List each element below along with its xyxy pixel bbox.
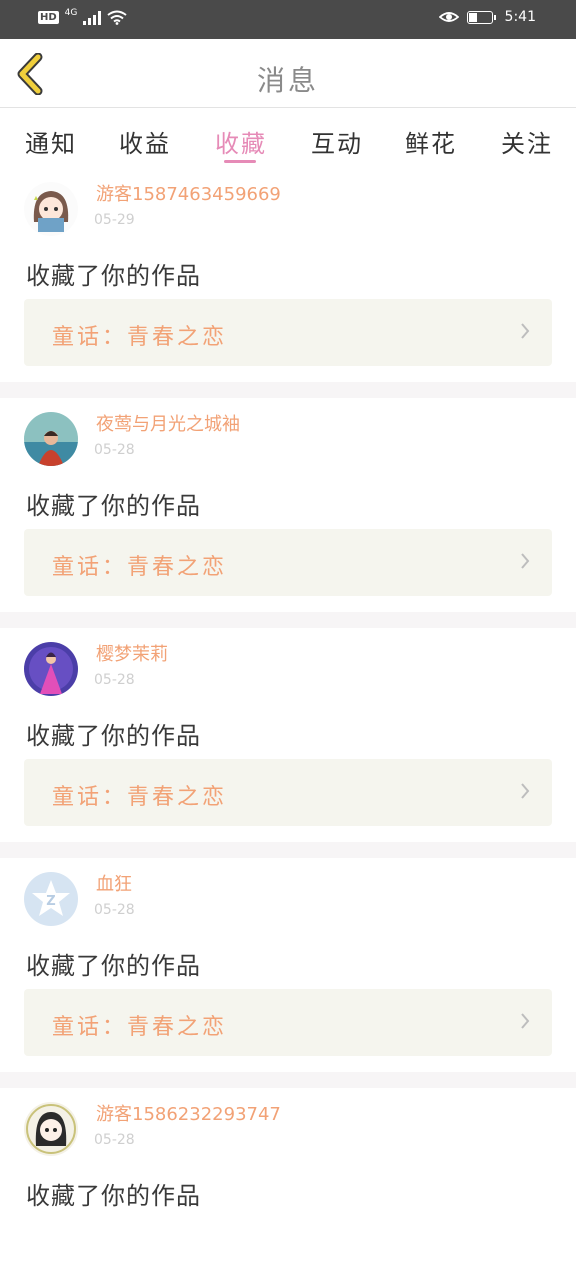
message-item: 夜莺与月光之城袖 05-28 收藏了你的作品 童话：青春之恋	[0, 398, 576, 612]
divider	[0, 842, 576, 858]
status-bar: HD 4G 5:41	[0, 0, 576, 39]
status-left: HD 4G	[38, 7, 127, 25]
action-text: 收藏了你的作品	[26, 492, 201, 520]
anime-girl-avatar-icon	[24, 1102, 78, 1156]
cartoon-girl-avatar-icon	[24, 182, 78, 236]
work-link[interactable]: 童话：青春之恋	[24, 989, 552, 1056]
divider	[0, 382, 576, 398]
message-date: 05-29	[94, 212, 135, 228]
work-link[interactable]: 童话：青春之恋	[24, 299, 552, 366]
action-text: 收藏了你的作品	[26, 952, 201, 980]
action-text: 收藏了你的作品	[26, 262, 201, 290]
work-link[interactable]: 童话：青春之恋	[24, 529, 552, 596]
network-label: 4G	[64, 7, 78, 18]
tab-favorites[interactable]: 收藏	[196, 124, 286, 159]
tab-earnings[interactable]: 收益	[100, 124, 190, 159]
username[interactable]: 游客15862322937​47	[96, 1100, 281, 1126]
chevron-right-icon	[521, 323, 530, 339]
username[interactable]: 血狂	[96, 870, 132, 896]
username[interactable]: 游客15874634596​69	[96, 180, 281, 206]
message-item: 游客15862322937​47 05-28 收藏了你的作品	[0, 1088, 576, 1238]
tab-flowers[interactable]: 鲜花	[386, 124, 476, 159]
clock: 5:41	[504, 9, 536, 25]
princess-avatar-icon	[24, 642, 78, 696]
active-tab-indicator	[224, 160, 256, 163]
header: 消息	[0, 39, 576, 108]
chevron-right-icon	[521, 783, 530, 799]
message-date: 05-28	[94, 1132, 135, 1148]
work-title: 童话：青春之恋	[52, 325, 228, 350]
divider	[0, 612, 576, 628]
user-avatar[interactable]	[24, 412, 78, 466]
hd-badge: HD	[38, 11, 59, 24]
work-title: 童话：青春之恋	[52, 555, 228, 580]
status-right: 5:41	[438, 9, 536, 25]
message-item: Z 血狂 05-28 收藏了你的作品 童话：青春之恋	[0, 858, 576, 1072]
message-date: 05-28	[94, 442, 135, 458]
username[interactable]: 樱梦茉莉	[96, 640, 168, 666]
photo-avatar-icon	[24, 412, 78, 466]
signal-icon	[83, 10, 102, 25]
message-date: 05-28	[94, 902, 135, 918]
user-avatar[interactable]	[24, 1102, 78, 1156]
tab-notifications[interactable]: 通知	[6, 124, 96, 159]
message-date: 05-28	[94, 672, 135, 688]
tab-interactions[interactable]: 互动	[292, 124, 382, 159]
page-title: 消息	[256, 64, 319, 97]
user-avatar[interactable]	[24, 182, 78, 236]
battery-icon	[466, 10, 496, 24]
user-avatar[interactable]	[24, 642, 78, 696]
username[interactable]: 夜莺与月光之城袖	[96, 410, 240, 436]
user-avatar[interactable]: Z	[24, 872, 78, 926]
chevron-right-icon	[521, 553, 530, 569]
divider	[0, 1072, 576, 1088]
qq-default-avatar-icon: Z	[24, 872, 78, 926]
message-item: 樱梦茉莉 05-28 收藏了你的作品 童话：青春之恋	[0, 628, 576, 842]
chevron-right-icon	[521, 1013, 530, 1029]
tab-bar: 通知 收益 收藏 互动 鲜花 关注	[0, 108, 576, 168]
action-text: 收藏了你的作品	[26, 1182, 201, 1210]
message-item: 游客15874634596​69 05-29 收藏了你的作品 童话：青春之恋	[0, 168, 576, 382]
work-title: 童话：青春之恋	[52, 785, 228, 810]
message-list: 游客15874634596​69 05-29 收藏了你的作品 童话：青春之恋 夜…	[0, 168, 576, 1238]
work-link[interactable]: 童话：青春之恋	[24, 759, 552, 826]
svg-text:Z: Z	[46, 894, 55, 909]
wifi-icon	[107, 10, 127, 25]
eye-comfort-icon	[438, 12, 459, 22]
tab-follows[interactable]: 关注	[482, 124, 572, 159]
work-title: 童话：青春之恋	[52, 1015, 228, 1040]
action-text: 收藏了你的作品	[26, 722, 201, 750]
